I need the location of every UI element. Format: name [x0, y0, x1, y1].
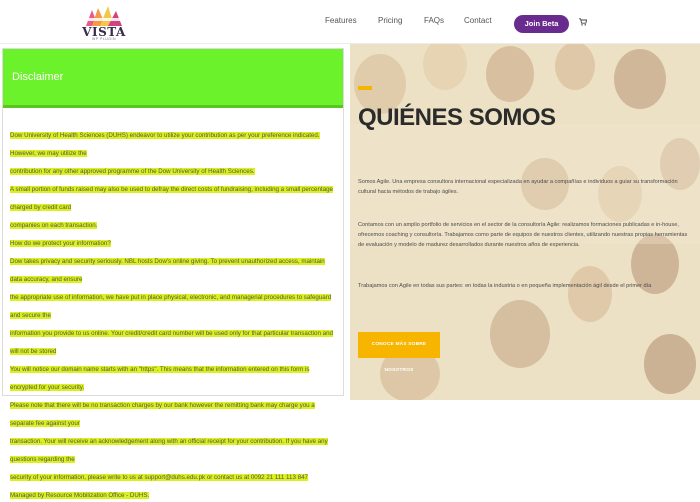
disclaimer-line: contribution for any other approved prog…: [10, 168, 255, 175]
site-logo[interactable]: VISTA WP PLUGIN: [80, 6, 128, 41]
disclaimer-line: transaction. Your will receive an acknow…: [10, 438, 328, 463]
disclaimer-body: Dow University of Health Sciences (DUHS)…: [10, 124, 338, 502]
nav-link-features[interactable]: Features: [325, 16, 357, 25]
hero-paragraph-2: Contamos con un amplio portfolio de serv…: [358, 222, 688, 248]
about-hero-section: QUIÉNES SOMOS Somos Agile. Una empresa c…: [350, 44, 700, 400]
disclaimer-line: Managed by Resource Mobilization Office …: [10, 492, 150, 499]
disclaimer-line: A small portion of funds raised may also…: [10, 186, 333, 211]
disclaimer-line: companies on each transaction.: [10, 222, 98, 229]
disclaimer-panel: Disclaimer Dow University of Health Scie…: [2, 48, 344, 499]
accent-bar: [358, 86, 372, 90]
learn-more-button[interactable]: CONOCE MÁS SOBRE NOSOTROS: [358, 332, 440, 373]
nav-link-contact[interactable]: Contact: [464, 16, 492, 25]
disclaimer-title: Disclaimer: [12, 71, 64, 83]
logo-mark-icon: [86, 6, 122, 26]
cart-icon[interactable]: [579, 18, 587, 26]
disclaimer-line: information you provide to us online. Yo…: [10, 330, 333, 355]
disclaimer-line: You will notice our domain name starts w…: [10, 366, 310, 391]
logo-subtitle: WP PLUGIN: [91, 37, 117, 41]
hero-title: QUIÉNES SOMOS: [358, 104, 556, 131]
disclaimer-line: the appropriate use of information, we h…: [10, 294, 332, 319]
hero-paragraph-3: Trabajamos con Agile en todas sus partes…: [358, 283, 652, 289]
disclaimer-line: Please note that there will be no transa…: [10, 402, 315, 427]
disclaimer-line: Dow takes privacy and security seriously…: [10, 258, 325, 283]
hero-paragraph-1: Somos Agile. Una empresa consultora inte…: [358, 179, 678, 195]
disclaimer-header: Disclaimer: [3, 49, 343, 108]
disclaimer-line: Dow University of Health Sciences (DUHS)…: [10, 132, 320, 157]
join-beta-button[interactable]: Join Beta: [514, 15, 569, 33]
disclaimer-line: security of your information, please wri…: [10, 474, 308, 481]
site-header: VISTA WP PLUGIN Features Pricing FAQs Co…: [0, 0, 700, 44]
disclaimer-line: How do we protect your information?: [10, 240, 111, 247]
nav-link-pricing[interactable]: Pricing: [378, 16, 402, 25]
nav-link-faqs[interactable]: FAQs: [424, 16, 444, 25]
